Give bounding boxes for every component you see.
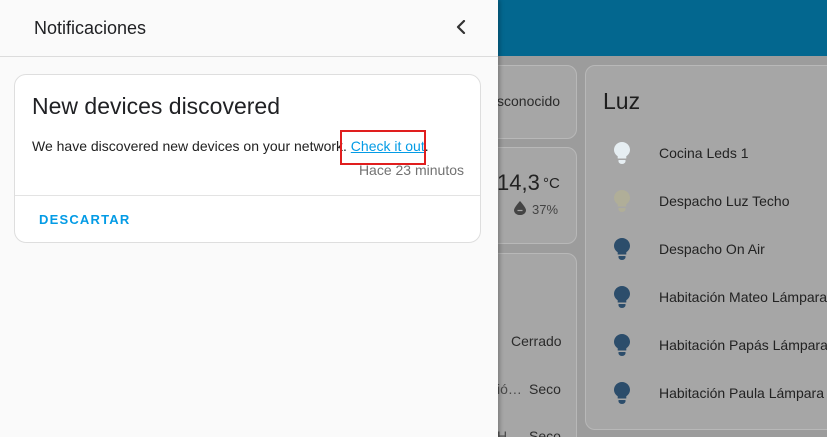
light-name: Habitación Paula Lámpara bbox=[659, 385, 824, 401]
notification-body-text: We have discovered new devices on your n… bbox=[32, 138, 351, 154]
notification-divider bbox=[15, 195, 480, 196]
drawer-title: Notificaciones bbox=[34, 18, 147, 38]
humidity-value: 37% bbox=[532, 202, 559, 217]
chevron-left-icon bbox=[455, 19, 467, 39]
notification-title: New devices discovered bbox=[32, 93, 281, 119]
temperature-unit: °C bbox=[543, 175, 560, 192]
lightbulb-icon[interactable] bbox=[610, 189, 634, 213]
dismiss-button[interactable]: DESCARTAR bbox=[39, 212, 130, 227]
light-row[interactable]: Habitación Papás Lámpara bbox=[610, 333, 827, 357]
sensor-name-partial: H… bbox=[497, 428, 522, 437]
light-name: Cocina Leds 1 bbox=[659, 145, 749, 161]
luz-card-title: Luz bbox=[603, 88, 641, 114]
light-row[interactable]: Despacho Luz Techo bbox=[610, 189, 790, 213]
light-row[interactable]: Habitación Paula Lámpara bbox=[610, 381, 824, 405]
lightbulb-icon[interactable] bbox=[610, 381, 634, 405]
light-row[interactable]: Cocina Leds 1 bbox=[610, 141, 749, 165]
light-row[interactable]: Despacho On Air bbox=[610, 237, 765, 261]
sensor-state-cerrado: Cerrado bbox=[511, 333, 562, 349]
screen: sconocido 14,3 °C 37% Cerrado ió… Seco H… bbox=[0, 0, 827, 437]
sensor-state-seco: Seco bbox=[529, 381, 561, 397]
drawer-header: Notificaciones bbox=[0, 0, 498, 57]
sensor-name-partial: ió… bbox=[497, 381, 522, 397]
light-name: Despacho On Air bbox=[659, 241, 765, 257]
temperature-value: 14,3 bbox=[497, 170, 540, 195]
sensor-state-seco: Seco bbox=[529, 428, 561, 437]
light-name: Despacho Luz Techo bbox=[659, 193, 790, 209]
light-name: Habitación Mateo Lámpara bbox=[659, 289, 827, 305]
lightbulb-icon[interactable] bbox=[610, 333, 634, 357]
close-drawer-button[interactable] bbox=[448, 16, 474, 42]
notification-timestamp: Hace 23 minutos bbox=[358, 162, 464, 178]
lightbulb-icon[interactable] bbox=[610, 285, 634, 309]
light-name: Habitación Papás Lámpara bbox=[659, 337, 827, 353]
notification-card: New devices discovered We have discovere… bbox=[14, 74, 481, 243]
status-text: sconocido bbox=[497, 93, 561, 109]
lightbulb-icon[interactable] bbox=[610, 141, 634, 165]
light-row[interactable]: Habitación Mateo Lámpara bbox=[610, 285, 827, 309]
highlight-box bbox=[340, 130, 426, 165]
notification-drawer: Notificaciones New devices discovered We… bbox=[0, 0, 498, 437]
lightbulb-icon[interactable] bbox=[610, 237, 634, 261]
humidity-readout: 37% bbox=[514, 201, 558, 218]
water-drop-icon bbox=[514, 201, 526, 218]
